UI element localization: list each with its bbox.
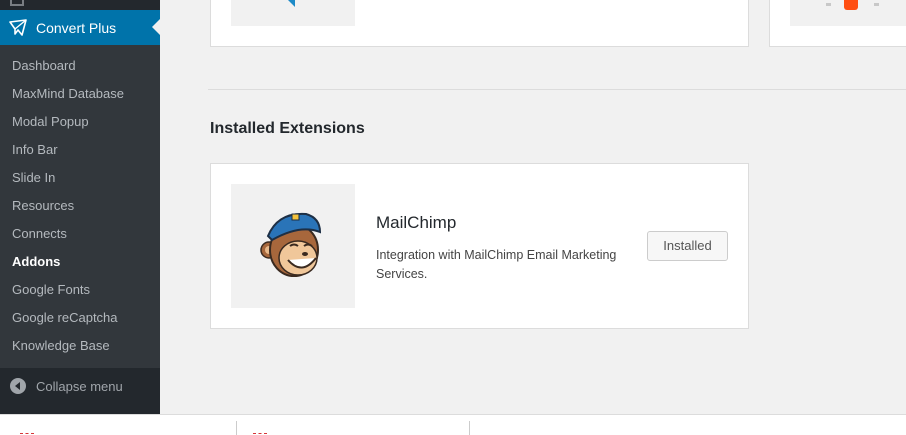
convert-plus-icon bbox=[9, 18, 27, 36]
column-separator bbox=[236, 421, 237, 435]
sidebar-item-google-recaptcha[interactable]: Google reCaptcha bbox=[0, 304, 160, 332]
convert-plus-submenu: Dashboard MaxMind Database Modal Popup I… bbox=[0, 45, 160, 368]
current-menu-arrow bbox=[152, 19, 160, 35]
collapse-menu-button[interactable]: Collapse menu bbox=[0, 368, 160, 404]
extension-name: MailChimp bbox=[376, 213, 457, 232]
installed-extension-card: MailChimp Integration with MailChimp Ema… bbox=[210, 163, 749, 329]
sidebar-item-maxmind-database[interactable]: MaxMind Database bbox=[0, 80, 160, 108]
sidebar-item-info-bar[interactable]: Info Bar bbox=[0, 136, 160, 164]
sidebar-item-resources[interactable]: Resources bbox=[0, 192, 160, 220]
sidebar-item-dashboard[interactable]: Dashboard bbox=[0, 52, 160, 80]
convert-plus-menu[interactable]: Convert Plus bbox=[0, 10, 160, 45]
collapse-arrow-icon bbox=[10, 378, 26, 394]
sidebar-item-google-fonts[interactable]: Google Fonts bbox=[0, 276, 160, 304]
collapse-menu-label: Collapse menu bbox=[36, 378, 123, 394]
sidebar-top-partial-icon bbox=[0, 0, 160, 10]
extension-card-partial bbox=[210, 0, 749, 47]
bottom-partial-row bbox=[0, 414, 906, 435]
installed-extensions-heading: Installed Extensions bbox=[210, 120, 365, 137]
extension-description: Integration with MailChimp Email Marketi… bbox=[376, 248, 617, 281]
extension-card-partial bbox=[769, 0, 906, 47]
column-separator bbox=[469, 421, 470, 435]
sidebar-item-knowledge-base[interactable]: Knowledge Base bbox=[0, 332, 160, 360]
extension-thumbnail bbox=[790, 0, 906, 26]
convert-plus-label: Convert Plus bbox=[36, 19, 117, 36]
section-divider bbox=[208, 89, 906, 90]
sidebar-item-connects[interactable]: Connects bbox=[0, 220, 160, 248]
extension-thumbnail bbox=[231, 184, 355, 308]
extension-thumbnail bbox=[231, 0, 355, 26]
sidebar-item-modal-popup[interactable]: Modal Popup bbox=[0, 108, 160, 136]
sidebar-item-addons[interactable]: Addons bbox=[0, 248, 160, 276]
sidebar-item-slide-in[interactable]: Slide In bbox=[0, 164, 160, 192]
mailchimp-logo-icon bbox=[260, 212, 322, 277]
admin-sidebar: Convert Plus Dashboard MaxMind Database … bbox=[0, 0, 160, 414]
installed-button[interactable]: Installed bbox=[647, 231, 728, 261]
